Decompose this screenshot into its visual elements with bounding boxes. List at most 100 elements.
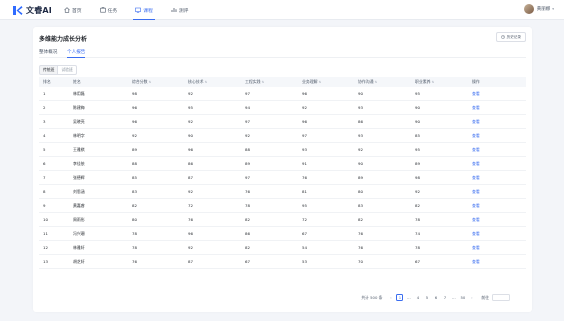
column-header-label: 职业素养 <box>415 79 431 84</box>
view-link[interactable]: 查看 <box>472 161 526 167</box>
table-cell: 96 <box>302 91 307 96</box>
sort-icon[interactable]: ⇅ <box>262 80 265 84</box>
nav-item-courses[interactable]: 课程 <box>133 0 155 20</box>
table-cell: 8 <box>43 189 46 194</box>
table-cell: 78 <box>132 245 137 250</box>
table-cell: 90 <box>188 133 193 138</box>
page-ellipsis[interactable]: ... <box>450 294 457 301</box>
view-link[interactable]: 查看 <box>472 147 526 153</box>
table-header: 排名 姓名 综合分数⇅ 核心技术⇅ 工程实践⇅ 业务理解⇅ 协作沟通⇅ 职业素养⇅ 操作 <box>39 77 526 87</box>
table-cell: 92 <box>302 105 307 110</box>
sort-icon[interactable]: ⇅ <box>432 80 435 84</box>
table-cell: 72 <box>188 203 193 208</box>
view-link[interactable]: 查看 <box>472 245 526 251</box>
class-segmented-control: 传统班 试验班 <box>39 65 77 75</box>
page-number[interactable]: 5 <box>423 294 430 301</box>
nav-item-tasks[interactable]: 任务 <box>99 0 118 20</box>
tab-personal-report[interactable]: 个人报告 <box>67 46 86 58</box>
table-row: 8 刘思涵 83 92 76 81 80 92 查看 <box>39 185 526 199</box>
table-cell: 98 <box>132 91 137 96</box>
top-navigation-bar: 文睿AI 首页 任务 课程 测评 黄丽娜 ▾ <box>0 0 564 20</box>
view-link[interactable]: 查看 <box>472 189 526 195</box>
table-cell: 92 <box>415 189 420 194</box>
column-header-label: 业务理解 <box>302 79 318 84</box>
view-link[interactable]: 查看 <box>472 105 526 111</box>
table-cell: 95 <box>188 105 193 110</box>
column-header-label: 核心技术 <box>188 79 204 84</box>
table-cell: 67 <box>245 259 250 264</box>
table-cell: 78 <box>415 245 420 250</box>
table-cell: 冯兴珊 <box>73 230 85 236</box>
column-header[interactable]: 职业素养⇅ <box>415 79 472 85</box>
table-cell: 54 <box>302 245 307 250</box>
table-cell: 85 <box>415 133 420 138</box>
column-header[interactable]: 核心技术⇅ <box>188 79 245 85</box>
view-link[interactable]: 查看 <box>472 133 526 139</box>
column-header[interactable]: 工程实践⇅ <box>245 79 302 85</box>
goto-label: 前往 <box>481 294 489 300</box>
table-cell: 82 <box>415 203 420 208</box>
sort-icon[interactable]: ⇅ <box>149 80 152 84</box>
user-menu[interactable]: 黄丽娜 ▾ <box>523 4 554 14</box>
column-header: 操作 <box>472 79 526 85</box>
column-header-label: 工程实践 <box>245 79 261 84</box>
nav-label: 任务 <box>107 8 118 14</box>
next-page-icon[interactable]: › <box>468 294 475 301</box>
table-cell: 胡芝轩 <box>73 258 85 264</box>
view-link[interactable]: 查看 <box>472 217 526 223</box>
table-cell: 王雅棋 <box>73 146 85 152</box>
nav-label: 课程 <box>143 8 153 14</box>
view-link[interactable]: 查看 <box>472 231 526 237</box>
column-header-label: 协作沟通 <box>358 79 374 84</box>
column-header[interactable]: 业务理解⇅ <box>302 79 358 85</box>
table-cell: 85 <box>132 175 137 180</box>
nav-item-home[interactable]: 首页 <box>64 0 82 20</box>
page-number[interactable]: 6 <box>432 294 439 301</box>
history-label: 历史记录 <box>506 34 521 39</box>
table-cell: 86 <box>188 161 193 166</box>
sort-icon[interactable]: ⇅ <box>375 80 378 84</box>
pagination-total: 共计 500 条 <box>361 294 383 300</box>
table-row: 6 李佳依 88 86 89 91 90 89 查看 <box>39 157 526 171</box>
page-number[interactable]: 1 <box>396 294 404 301</box>
table-cell: 76 <box>358 231 363 236</box>
table-cell: 76 <box>245 189 250 194</box>
prev-page-icon[interactable]: ‹ <box>387 294 394 301</box>
table-cell: 90 <box>415 119 420 124</box>
sort-icon[interactable]: ⇅ <box>205 80 208 84</box>
chart-icon <box>171 7 177 13</box>
history-button[interactable]: 历史记录 <box>495 32 526 42</box>
table-cell: 53 <box>302 259 307 264</box>
pagination: 共计 500 条 ‹ 1... 4 5 6 7... 50 › 前往 <box>361 294 510 301</box>
table-cell: 80 <box>132 217 137 222</box>
table-row: 11 冯兴珊 78 96 86 67 76 74 查看 <box>39 227 526 241</box>
table-cell: 92 <box>132 133 137 138</box>
segment-experimental-class[interactable]: 试验班 <box>58 65 77 75</box>
view-link[interactable]: 查看 <box>472 175 526 181</box>
ranking-table: 排名 姓名 综合分数⇅ 核心技术⇅ 工程实践⇅ 业务理解⇅ 协作沟通⇅ 职业素养⇅ 操作 1 林用… <box>39 77 526 269</box>
view-link[interactable]: 查看 <box>472 203 526 209</box>
goto-page-input[interactable] <box>492 294 510 301</box>
table-cell: 96 <box>188 231 193 236</box>
page-number[interactable]: 7 <box>441 294 448 301</box>
app-logo[interactable]: 文睿AI <box>12 4 52 16</box>
column-header[interactable]: 协作沟通⇅ <box>358 79 415 85</box>
table-cell: 91 <box>302 161 307 166</box>
nav-item-assessment[interactable]: 测评 <box>171 0 188 20</box>
column-header[interactable]: 综合分数⇅ <box>132 79 188 85</box>
view-link[interactable]: 查看 <box>472 91 526 97</box>
table-cell: 12 <box>43 245 48 250</box>
table-cell: 89 <box>415 161 420 166</box>
page-number[interactable]: 50 <box>459 294 466 301</box>
page-number[interactable]: 4 <box>414 294 421 301</box>
column-header-label: 操作 <box>472 79 480 84</box>
tab-overview[interactable]: 整体概况 <box>39 46 57 57</box>
column-header-label: 姓名 <box>73 79 81 84</box>
sort-icon[interactable]: ⇅ <box>319 80 322 84</box>
table-row: 3 吴晓亮 96 92 97 96 86 90 查看 <box>39 115 526 129</box>
page-ellipsis[interactable]: ... <box>405 294 412 301</box>
view-link[interactable]: 查看 <box>472 119 526 125</box>
segment-traditional-class[interactable]: 传统班 <box>39 65 59 75</box>
table-cell: 3 <box>43 119 46 124</box>
view-link[interactable]: 查看 <box>472 259 526 265</box>
